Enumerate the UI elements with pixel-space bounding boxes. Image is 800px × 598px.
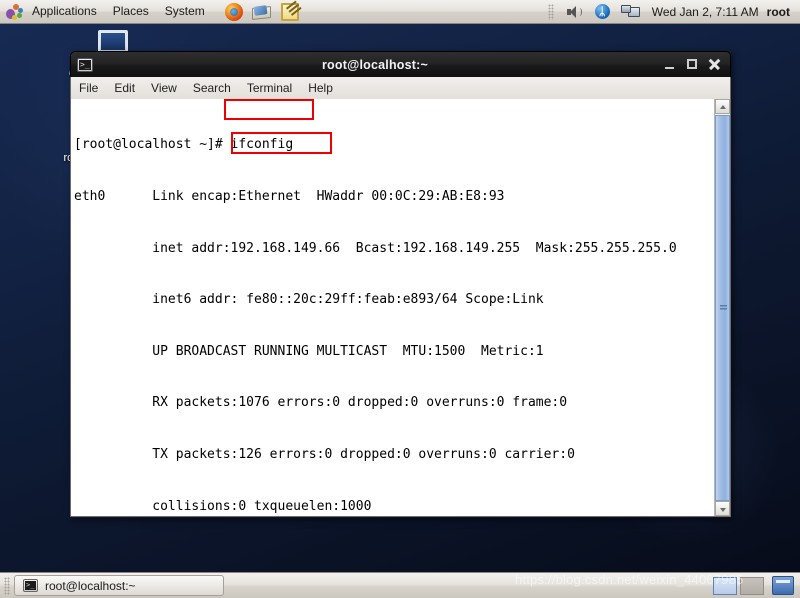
screen: Computer root's Home Trash Applications … <box>0 0 800 598</box>
terminal-line: eth0 Link encap:Ethernet HWaddr 00:0C:29… <box>74 189 505 204</box>
scrollbar-thumb[interactable] <box>715 115 730 501</box>
gnome-foot-icon <box>5 3 23 21</box>
terminal-icon: >_ <box>77 57 93 72</box>
bluetooth-tray-icon[interactable]: ᛦ <box>591 2 613 22</box>
bluetooth-icon: ᛦ <box>594 3 610 19</box>
terminal-line: RX packets:1076 errors:0 dropped:0 overr… <box>74 395 568 411</box>
terminal-line: collisions:0 txqueuelen:1000 <box>74 498 372 514</box>
close-button[interactable] <box>706 56 723 73</box>
workspace-2[interactable] <box>740 576 764 595</box>
terminal-line: UP BROADCAST RUNNING MULTICAST MTU:1500 … <box>74 343 544 359</box>
notepad-pencil-icon <box>280 2 299 21</box>
firefox-launcher[interactable] <box>222 1 246 23</box>
panel-clock[interactable]: Wed Jan 2, 7:11 AM <box>644 5 767 19</box>
menu-file[interactable]: File <box>71 79 106 97</box>
top-panel: Applications Places System ᛦ Wed Jan 2, … <box>0 0 800 24</box>
taskbar-item-terminal[interactable]: >_ root@localhost:~ <box>14 575 224 596</box>
terminal-window-title: root@localhost:~ <box>321 57 429 72</box>
network-monitor-tray-icon[interactable] <box>619 2 641 22</box>
panel-user-name[interactable]: root <box>767 5 800 19</box>
taskbar-drag-handle[interactable] <box>4 576 10 595</box>
menu-search[interactable]: Search <box>185 79 239 97</box>
menu-system[interactable]: System <box>158 2 212 21</box>
terminal-body[interactable]: [root@localhost ~]# ifconfig eth0 Link e… <box>70 99 731 517</box>
tray-drag-handle[interactable] <box>547 3 554 20</box>
menu-view[interactable]: View <box>143 79 185 97</box>
bottom-panel: >_ root@localhost:~ <box>0 572 800 598</box>
terminal-menubar: File Edit View Search Terminal Help <box>70 77 731 99</box>
workspace-1[interactable] <box>713 576 737 595</box>
workspace-switcher[interactable] <box>710 576 764 595</box>
terminal-line: inet6 addr: fe80::20c:29ff:feab:e893/64 … <box>74 292 544 308</box>
scroll-down-button[interactable] <box>715 501 730 516</box>
speaker-icon <box>566 5 582 18</box>
minimize-button[interactable] <box>662 56 679 73</box>
terminal-titlebar[interactable]: >_ root@localhost:~ <box>70 51 731 77</box>
two-monitors-icon <box>620 4 640 20</box>
email-launcher[interactable] <box>250 1 274 23</box>
terminal-scrollbar[interactable] <box>714 99 730 516</box>
volume-tray-icon[interactable] <box>563 2 585 22</box>
firefox-icon <box>224 2 243 21</box>
menu-places[interactable]: Places <box>106 2 156 21</box>
menu-edit[interactable]: Edit <box>106 79 143 97</box>
terminal-line: inet addr:192.168.149.66 Bcast:192.168.1… <box>74 240 677 256</box>
show-desktop-button[interactable] <box>772 576 794 595</box>
taskbar-item-label: root@localhost:~ <box>45 578 136 593</box>
window-buttons <box>657 56 730 73</box>
menu-terminal[interactable]: Terminal <box>239 79 300 97</box>
terminal-window: >_ root@localhost:~ File Edit View Searc… <box>70 51 731 518</box>
terminal-line: TX packets:126 errors:0 dropped:0 overru… <box>74 446 575 462</box>
scroll-up-button[interactable] <box>715 99 730 114</box>
menu-help[interactable]: Help <box>300 79 341 97</box>
menu-applications[interactable]: Applications <box>25 2 104 21</box>
envelope-icon <box>251 4 272 20</box>
text-editor-launcher[interactable] <box>278 1 302 23</box>
terminal-line: [root@localhost ~]# ifconfig <box>74 137 294 153</box>
maximize-button[interactable] <box>684 56 701 73</box>
terminal-output[interactable]: [root@localhost ~]# ifconfig eth0 Link e… <box>71 99 714 516</box>
terminal-icon: >_ <box>23 579 38 592</box>
